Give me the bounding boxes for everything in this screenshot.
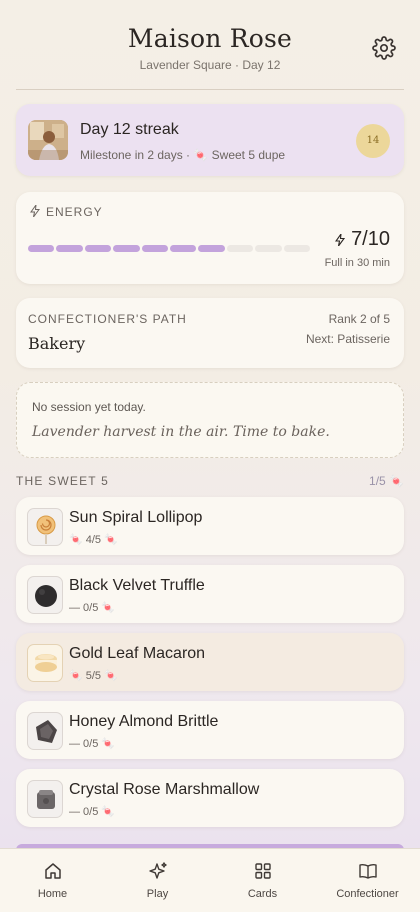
energy-value-row: 7/10 <box>335 228 390 251</box>
truffle-icon <box>27 576 63 614</box>
tab-home-label: Home <box>37 888 68 900</box>
energy-segment <box>113 245 140 252</box>
energy-segment <box>141 245 169 252</box>
streak-title: Day 12 streak <box>80 121 179 138</box>
list-item[interactable]: Sun Spiral Lollipop 🍬 4/5 🍬 <box>16 497 404 555</box>
streak-card[interactable]: Day 12 streak Milestone in 2 days · 🍬 Sw… <box>16 104 404 176</box>
sweet-progress: — 0/5 🍬 <box>69 806 116 818</box>
gear-icon[interactable] <box>372 36 396 60</box>
app-header: Maison Rose Lavender Square · Day 12 <box>0 0 420 92</box>
sweet-progress: 🍬 4/5 🍬 <box>69 534 118 546</box>
tab-play[interactable]: Play <box>105 861 210 909</box>
tab-cards[interactable]: Cards <box>210 861 315 909</box>
session-card: No session yet today. Lavender harvest i… <box>16 382 404 458</box>
tab-bar: Home Play Cards Confectioner <box>0 848 420 912</box>
bolt-icon <box>335 234 346 246</box>
tab-play-label: Play <box>146 888 169 900</box>
book-icon <box>358 863 377 879</box>
path-card[interactable]: CONFECTIONER'S PATH Rank 2 of 5 Bakery N… <box>16 298 404 368</box>
session-quote: Lavender harvest in the air. Time to bak… <box>32 424 330 440</box>
energy-segment <box>198 245 225 252</box>
header-divider <box>16 89 404 90</box>
sweet5-title: THE SWEET 5 <box>16 474 109 488</box>
bolt-icon <box>30 205 40 217</box>
energy-segment <box>170 245 197 252</box>
energy-card: ENERGY 7/10 Full in 30 min <box>16 192 404 284</box>
energy-label: ENERGY <box>46 205 103 219</box>
sweet-progress: — 0/5 🍬 <box>69 738 116 750</box>
list-item[interactable]: Black Velvet Truffle — 0/5 🍬 <box>16 565 404 623</box>
streak-avatar <box>28 120 68 160</box>
sweet-name: Sun Spiral Lollipop <box>69 509 203 526</box>
tab-confectioner-label: Confectioner <box>336 888 399 900</box>
streak-milestone-badge: 14 <box>356 124 390 158</box>
path-current: Bakery <box>28 334 86 353</box>
energy-segment <box>84 245 112 252</box>
streak-subtitle: Milestone in 2 days · 🍬 Sweet 5 dupe <box>80 148 286 162</box>
tab-confectioner[interactable]: Confectioner <box>315 861 420 909</box>
energy-header: ENERGY <box>30 205 103 219</box>
sweet-progress: 🍬 5/5 🍬 <box>69 670 118 682</box>
tab-cards-label: Cards <box>247 888 278 900</box>
sparkle-icon <box>148 862 167 879</box>
energy-segment <box>226 245 254 252</box>
home-icon <box>44 863 61 879</box>
sweet-name: Crystal Rose Marshmallow <box>69 781 260 798</box>
list-item[interactable]: Honey Almond Brittle — 0/5 🍬 <box>16 701 404 759</box>
energy-segment <box>283 245 311 252</box>
list-item[interactable]: Gold Leaf Macaron 🍬 5/5 🍬 <box>16 633 404 691</box>
marshmallow-icon <box>27 780 63 818</box>
grid-icon <box>254 863 271 879</box>
sweet5-count: 1/5 🍬 <box>369 474 404 488</box>
page-title: Maison Rose <box>127 24 293 53</box>
path-next: Next: Patisserie <box>305 332 390 346</box>
sweet-name: Black Velvet Truffle <box>69 577 205 594</box>
energy-refill-text: Full in 30 min <box>324 257 390 269</box>
macaron-icon <box>27 644 63 682</box>
path-rank: Rank 2 of 5 <box>328 312 390 326</box>
brittle-icon <box>27 712 63 750</box>
tab-home[interactable]: Home <box>0 861 105 909</box>
energy-value: 7/10 <box>351 228 390 250</box>
session-status: No session yet today. <box>32 400 146 414</box>
energy-segment <box>255 245 282 252</box>
energy-bar <box>28 245 311 252</box>
sweet-name: Honey Almond Brittle <box>69 713 219 730</box>
energy-segment <box>56 245 83 252</box>
list-item[interactable]: Crystal Rose Marshmallow — 0/5 🍬 <box>16 769 404 827</box>
energy-segment <box>28 245 55 252</box>
sweet-progress: — 0/5 🍬 <box>69 602 116 614</box>
lollipop-icon <box>27 508 63 546</box>
location-subtitle: Lavender Square · Day 12 <box>139 58 281 72</box>
path-label: CONFECTIONER'S PATH <box>28 312 187 326</box>
sweet-name: Gold Leaf Macaron <box>69 645 206 662</box>
